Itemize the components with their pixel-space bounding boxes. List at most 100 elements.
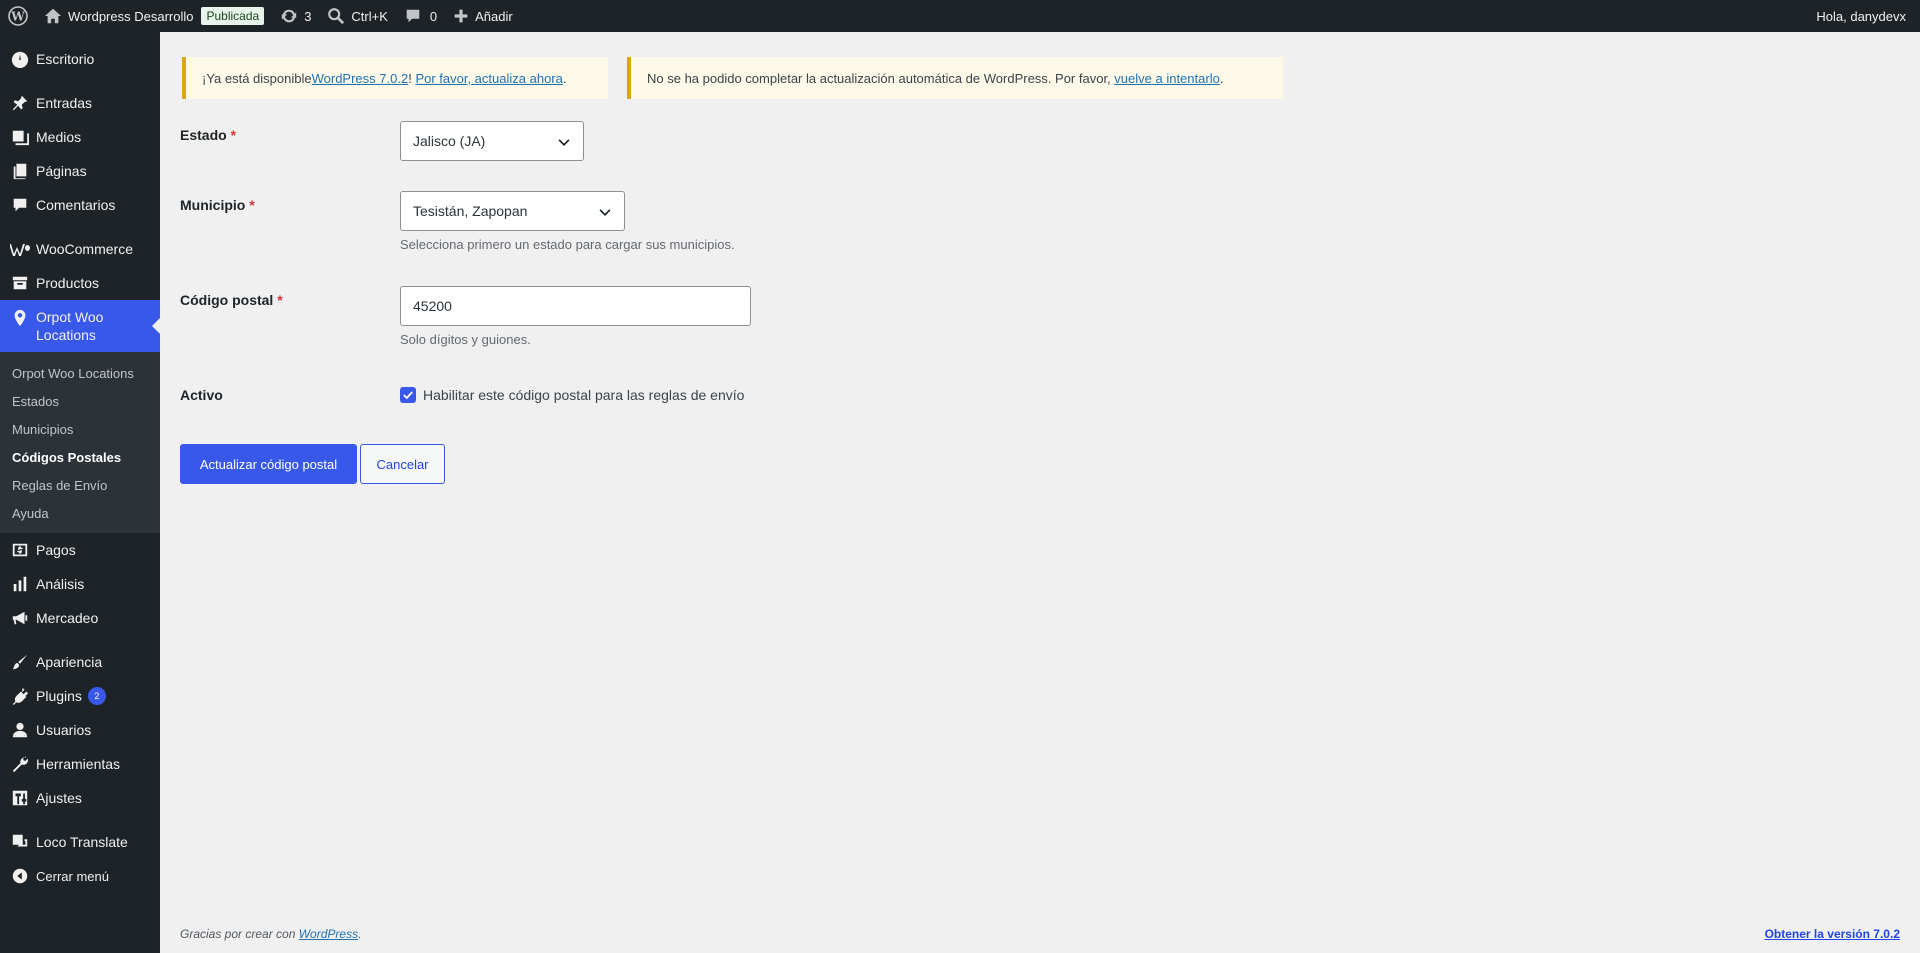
location-pin-icon	[10, 308, 30, 328]
menu-pages[interactable]: Páginas	[0, 154, 160, 188]
menu-label: Usuarios	[36, 722, 92, 738]
submenu-item-ayuda[interactable]: Ayuda	[0, 499, 160, 527]
get-version-link[interactable]: Obtener la versión 7.0.2	[1765, 927, 1900, 941]
menu-woocommerce[interactable]: WooCommerce	[0, 232, 160, 266]
menu-label: Orpot Woo Locations	[36, 309, 104, 343]
codigo-postal-value: 45200	[413, 298, 452, 314]
new-content-menu[interactable]: Añadir	[445, 0, 521, 32]
new-label: Añadir	[475, 8, 513, 24]
menu-marketing[interactable]: Mercadeo	[0, 601, 160, 635]
update-now-link[interactable]: Por favor, actualiza ahora	[415, 71, 562, 86]
comments-count: 0	[429, 8, 438, 24]
comment-icon	[406, 9, 420, 23]
translate-icon	[10, 832, 30, 852]
codigo-postal-input[interactable]: 45200	[400, 286, 751, 326]
menu-label: Páginas	[36, 163, 87, 179]
user-icon	[10, 720, 30, 740]
admin-bar: W Wordpress Desarrollo Publicada 3 Ctrl+…	[0, 0, 1920, 32]
menu-label: Ajustes	[36, 790, 82, 806]
site-name: Wordpress Desarrollo	[68, 8, 194, 24]
menu-analytics[interactable]: Análisis	[0, 567, 160, 601]
update-notice: ¡Ya está disponible WordPress 7.0.2 ! Po…	[182, 57, 608, 99]
admin-sidebar: Escritorio Entradas Medios Páginas Comen…	[0, 32, 160, 953]
menu-tools[interactable]: Herramientas	[0, 747, 160, 781]
menu-label: Medios	[36, 129, 82, 145]
menu-label: Análisis	[36, 576, 85, 592]
archive-icon	[10, 273, 30, 293]
comments-menu[interactable]: 0	[396, 0, 445, 32]
required-mark: *	[230, 127, 237, 143]
menu-comments[interactable]: Comentarios	[0, 188, 160, 222]
estado-label: Estado *	[180, 127, 237, 143]
greeting: Hola, danydevx	[1816, 8, 1906, 24]
footer-thanks: Gracias por crear con WordPress.	[180, 927, 362, 941]
wordpress-link[interactable]: WordPress	[299, 927, 358, 941]
required-mark: *	[277, 292, 283, 308]
menu-dashboard[interactable]: Escritorio	[0, 42, 160, 76]
woocommerce-icon	[10, 239, 30, 259]
menu-settings[interactable]: Ajustes	[0, 781, 160, 815]
bar-chart-icon	[10, 574, 30, 594]
menu-payments[interactable]: Pagos	[0, 533, 160, 567]
command-search[interactable]: Ctrl+K	[319, 0, 395, 32]
menu-appearance[interactable]: Apariencia	[0, 645, 160, 679]
wordpress-version-link[interactable]: WordPress 7.0.2	[312, 71, 409, 86]
pages-icon	[10, 161, 30, 181]
estado-selected-value: Jalisco (JA)	[413, 133, 486, 149]
activo-checkbox-label[interactable]: Habilitar este código postal para las re…	[423, 387, 744, 403]
menu-loco-translate[interactable]: Loco Translate	[0, 825, 160, 859]
submenu-item-municipios[interactable]: Municipios	[0, 415, 160, 443]
comment-icon	[10, 195, 30, 215]
submenu-item-reglas-de-envio[interactable]: Reglas de Envío	[0, 471, 160, 499]
cancel-button[interactable]: Cancelar	[360, 444, 445, 484]
update-postal-code-button[interactable]: Actualizar código postal	[180, 444, 357, 484]
plus-icon	[454, 9, 468, 23]
menu-media[interactable]: Medios	[0, 120, 160, 154]
menu-label: Pagos	[36, 542, 76, 558]
retry-link[interactable]: vuelve a intentarlo	[1114, 71, 1220, 86]
my-account-menu[interactable]: Hola, danydevx	[1808, 0, 1920, 32]
updates-menu[interactable]: 3	[272, 0, 319, 32]
chevron-down-icon	[599, 209, 611, 216]
submenu-item-orpot-woo-locations[interactable]: Orpot Woo Locations	[0, 359, 160, 387]
submenu-item-codigos-postales[interactable]: Códigos Postales	[0, 443, 160, 471]
settings-icon	[10, 788, 30, 808]
notice-text: ¡Ya está disponible	[202, 70, 312, 86]
brush-icon	[10, 652, 30, 672]
menu-label: Productos	[36, 275, 100, 291]
submenu-item-estados[interactable]: Estados	[0, 387, 160, 415]
activo-label: Activo	[180, 387, 223, 403]
estado-select[interactable]: Jalisco (JA)	[400, 121, 584, 161]
codigo-postal-description: Solo dígitos y guiones.	[400, 332, 531, 347]
menu-label: Herramientas	[36, 756, 121, 772]
menu-users[interactable]: Usuarios	[0, 713, 160, 747]
collapse-icon	[10, 866, 30, 886]
wrench-icon	[10, 754, 30, 774]
site-name-menu[interactable]: Wordpress Desarrollo Publicada	[36, 0, 272, 32]
search-icon	[328, 8, 345, 25]
dashboard-icon	[10, 49, 30, 69]
auto-update-failed-notice: No se ha podido completar la actualizaci…	[627, 57, 1283, 99]
media-icon	[10, 127, 30, 147]
chevron-down-icon	[558, 139, 570, 146]
status-badge: Publicada	[201, 7, 265, 25]
menu-plugins[interactable]: Plugins 2	[0, 679, 160, 713]
search-shortcut: Ctrl+K	[351, 8, 388, 24]
plugins-update-badge: 2	[87, 687, 106, 705]
wordpress-logo-icon[interactable]: W	[0, 0, 36, 32]
menu-products[interactable]: Productos	[0, 266, 160, 300]
refresh-icon	[281, 9, 297, 23]
menu-label: Mercadeo	[36, 610, 99, 626]
menu-label: Comentarios	[36, 197, 116, 213]
collapse-menu-button[interactable]: Cerrar menú	[0, 859, 160, 893]
menu-label: Loco Translate	[36, 834, 128, 850]
updates-count: 3	[304, 8, 312, 24]
activo-checkbox[interactable]	[400, 387, 416, 403]
footer-version: Obtener la versión 7.0.2	[1765, 927, 1900, 941]
menu-label: Escritorio	[36, 51, 95, 67]
municipio-selected-value: Tesistán, Zapopan	[413, 203, 528, 219]
municipio-select[interactable]: Tesistán, Zapopan	[400, 191, 625, 231]
plugin-icon	[10, 686, 30, 706]
menu-posts[interactable]: Entradas	[0, 86, 160, 120]
menu-orpot-woo-locations[interactable]: Orpot Woo Locations	[0, 300, 160, 352]
